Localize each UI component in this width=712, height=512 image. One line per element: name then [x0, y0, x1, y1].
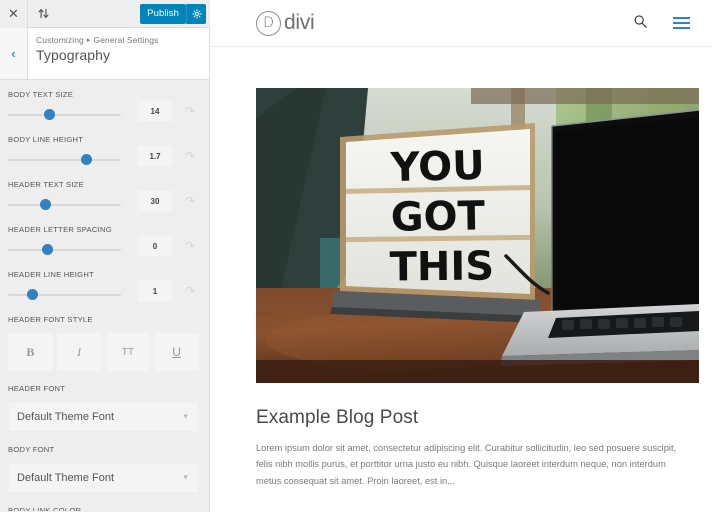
- control-label: BODY TEXT SIZE: [8, 90, 74, 99]
- value-input[interactable]: 1: [137, 280, 173, 302]
- slider-row: 1.7 ↷: [8, 145, 199, 167]
- slider-handle[interactable]: [40, 199, 52, 210]
- slider-row: 14 ↷: [8, 100, 199, 122]
- reset-icon[interactable]: ↷: [183, 239, 197, 253]
- device-toggle-icon[interactable]: [28, 0, 58, 28]
- value-input[interactable]: 1.7: [137, 145, 173, 167]
- control-label: HEADER TEXT SIZE: [8, 180, 84, 189]
- control-label: HEADER LINE HEIGHT: [8, 270, 94, 279]
- header-font-select[interactable]: Default Theme Font ▼: [8, 402, 199, 432]
- chevron-left-icon[interactable]: ‹: [0, 28, 28, 79]
- reset-icon[interactable]: ↷: [183, 194, 197, 208]
- slider-track[interactable]: [8, 204, 121, 206]
- slider-track[interactable]: [8, 159, 121, 161]
- breadcrumb-section[interactable]: General Settings: [94, 35, 159, 45]
- site-logo-text: divi: [284, 11, 315, 34]
- control-label: HEADER FONT: [8, 384, 66, 393]
- customizer-section-header: ‹ Customizing ▸ General Settings Typograph…: [0, 28, 209, 80]
- value-input[interactable]: 0: [137, 235, 173, 257]
- control-body-line-height: BODY LINE HEIGHT 1.7 ↷: [8, 135, 199, 167]
- site-header: D divi: [210, 0, 712, 47]
- header-icons: [633, 14, 690, 33]
- page-title: Typography: [36, 47, 111, 63]
- customizer-controls: BODY TEXT SIZE 14 ↷ BODY LINE HEIGHT 1.7…: [0, 80, 209, 511]
- reset-icon[interactable]: ↷: [183, 149, 197, 163]
- slider-handle[interactable]: [44, 109, 56, 120]
- customizer-toolbar: ✕ Publish: [0, 0, 210, 28]
- publish-button[interactable]: Publish: [140, 3, 186, 24]
- control-header-font: HEADER FONT Default Theme Font ▼: [8, 384, 199, 432]
- slider-handle[interactable]: [42, 244, 54, 255]
- control-label: HEADER LETTER SPACING: [8, 225, 112, 234]
- control-header-text-size: HEADER TEXT SIZE 30 ↷: [8, 180, 199, 212]
- control-header-letter-spacing: HEADER LETTER SPACING 0 ↷: [8, 225, 199, 257]
- svg-text:GOT: GOT: [390, 193, 486, 240]
- reset-icon[interactable]: ↷: [183, 104, 197, 118]
- site-preview: D divi YOU GOT THIS Example Blog Post Lo…: [210, 0, 712, 512]
- svg-text:THIS: THIS: [389, 244, 494, 291]
- slider-handle[interactable]: [80, 154, 92, 165]
- blog-post: YOU GOT THIS Example Blog Post Lorem ips…: [210, 47, 712, 489]
- customizer-screen: ✕ Publish ‹ Customizing ▸ General Settin…: [0, 0, 712, 512]
- slider-row: 1 ↷: [8, 280, 199, 302]
- control-header-line-height: HEADER LINE HEIGHT 1 ↷: [8, 270, 199, 302]
- underline-button[interactable]: U: [154, 333, 199, 371]
- post-title[interactable]: Example Blog Post: [256, 407, 688, 429]
- divi-logo-mark-icon: D: [256, 10, 281, 36]
- italic-button[interactable]: I: [56, 333, 102, 371]
- close-icon[interactable]: ✕: [0, 0, 28, 28]
- slider-row: 0 ↷: [8, 235, 199, 257]
- uppercase-button[interactable]: TT: [105, 333, 151, 371]
- slider-track[interactable]: [8, 249, 121, 251]
- svg-text:YOU: YOU: [389, 143, 485, 191]
- section-titles: Customizing ▸ General Settings Typography: [28, 28, 158, 79]
- control-label: HEADER FONT STYLE: [8, 315, 93, 324]
- breadcrumb: Customizing ▸ General Settings: [36, 35, 158, 45]
- control-body-link-color: BODY LINK COLOR Select Color: [8, 506, 199, 511]
- font-style-buttons: B I TT U: [8, 333, 199, 371]
- hamburger-menu-icon[interactable]: [673, 17, 690, 29]
- slider-track[interactable]: [8, 294, 121, 296]
- value-input[interactable]: 30: [137, 190, 173, 212]
- control-body-font: BODY FONT Default Theme Font ▼: [8, 445, 199, 493]
- wordpress-customizer-panel: ✕ Publish ‹ Customizing ▸ General Settin…: [0, 0, 210, 512]
- chevron-down-icon: ▼: [182, 474, 189, 482]
- post-excerpt: Lorem ipsum dolor sit amet, consectetur …: [256, 443, 677, 486]
- body-font-select[interactable]: Default Theme Font ▼: [8, 463, 199, 493]
- reset-icon[interactable]: ↷: [183, 284, 197, 298]
- gear-icon[interactable]: [186, 3, 206, 24]
- value-input[interactable]: 14: [137, 100, 173, 122]
- slider-handle[interactable]: [27, 289, 39, 300]
- slider-track[interactable]: [8, 114, 121, 116]
- control-body-text-size: BODY TEXT SIZE 14 ↷: [8, 90, 199, 122]
- search-icon[interactable]: [633, 14, 648, 33]
- control-label: BODY LINK COLOR: [8, 506, 82, 511]
- control-label: BODY LINE HEIGHT: [8, 135, 84, 144]
- breadcrumb-parent[interactable]: Customizing: [36, 35, 84, 45]
- body-font-value: Default Theme Font: [17, 472, 115, 484]
- header-font-value: Default Theme Font: [17, 411, 115, 423]
- publish-button-group: Publish: [140, 3, 206, 24]
- post-featured-image: YOU GOT THIS: [256, 88, 699, 383]
- site-logo[interactable]: D divi: [256, 10, 315, 36]
- bold-button[interactable]: B: [8, 333, 53, 371]
- control-header-font-style: HEADER FONT STYLE B I TT U: [8, 315, 199, 371]
- control-label: BODY FONT: [8, 445, 55, 454]
- chevron-down-icon: ▼: [182, 413, 189, 421]
- slider-row: 30 ↷: [8, 190, 199, 212]
- breadcrumb-separator-icon: ▸: [86, 37, 91, 44]
